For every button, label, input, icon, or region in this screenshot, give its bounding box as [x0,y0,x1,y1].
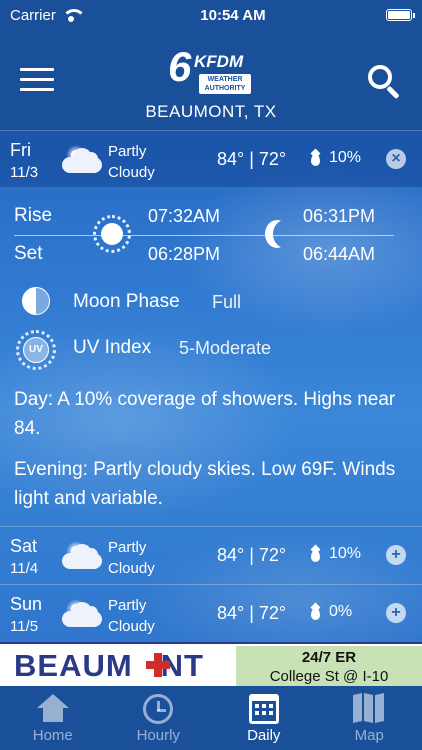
forecast-day: Sun [10,594,43,614]
map-icon [353,693,385,723]
logo-number: 6 [168,43,192,90]
condition-line-1: Partly [108,539,147,556]
ad-line-1: 24/7 ER [301,649,357,666]
forecast-date: 11/3 [10,164,39,181]
tab-label: Daily [247,727,281,744]
sun-icon [93,215,131,253]
forecast-condition: Partly Cloudy [108,537,188,579]
clock-icon [143,694,174,724]
tab-label: Map [354,727,384,744]
condition-line-1: Partly [108,143,147,160]
sunset-time: 06:28PM [148,244,221,264]
tab-label: Home [32,727,73,744]
medical-cross-icon [146,653,170,677]
precip-chance: 0% [329,603,353,620]
moon-phase-label: Moon Phase [73,291,180,312]
calendar-icon [248,694,279,724]
condition-line-2: Cloudy [108,164,155,181]
forecast-row-fri[interactable]: Fri 11/3 Partly Cloudy 84° | 72° 10% × [0,130,422,187]
ad-banner[interactable]: BEAUM NT 24/7 ER College St @ I-10 [0,642,422,686]
forecast-temps: 84° | 72° [217,603,287,623]
logo-tagline-2: AUTHORITY [204,85,246,92]
forecast-row-sat[interactable]: Sat 11/4 Partly Cloudy 84° | 72° 10% + [0,526,422,583]
set-label: Set [14,243,43,264]
carrier-label: Carrier [10,6,56,24]
moonset-time: 06:44AM [303,244,376,264]
expand-button[interactable]: + [386,603,406,623]
raindrop-icon [311,550,320,562]
carrier-group: Carrier [10,6,86,24]
search-icon-handle [386,85,400,100]
hamburger-icon-bar [20,78,54,81]
battery-group [386,9,415,21]
tab-label: Hourly [136,727,180,744]
menu-button[interactable] [20,68,54,94]
hamburger-icon-bar [20,88,54,91]
search-button[interactable] [368,65,402,100]
tab-bar: Home Hourly Daily Map [0,686,422,750]
day-detail-panel: Rise Set 07:32AM 06:28PM 06:31PM 06:44AM… [0,190,422,522]
forecast-day: Fri [10,140,31,160]
condition-line-2: Cloudy [108,560,155,577]
forecast-temps: 84° | 72° [217,545,287,565]
condition-line-1: Partly [108,597,147,614]
tab-home[interactable]: Home [0,686,106,750]
moon-phase-value: Full [212,292,242,312]
clock-time: 10:54 AM [200,6,266,24]
precip-chance: 10% [329,545,362,562]
partly-cloudy-icon [60,539,104,573]
partly-cloudy-icon [60,143,104,177]
wifi-icon [61,9,86,22]
tab-hourly[interactable]: Hourly [106,686,212,750]
tab-daily[interactable]: Daily [211,686,317,750]
battery-icon [386,9,415,21]
uv-index-icon: UV [16,330,56,370]
ad-brand: BEAUM NT [14,648,204,684]
day-forecast-text: Day: A 10% coverage of showers. Highs ne… [14,389,396,439]
partly-cloudy-icon [60,597,104,631]
status-bar: Carrier 10:54 AM [0,0,422,30]
uv-badge: UV [23,337,49,363]
rise-set-divider [14,235,394,236]
raindrop-icon [311,154,320,166]
forecast-date: 11/4 [10,560,39,577]
collapse-button[interactable]: × [386,149,406,169]
forecast-temps: 84° | 72° [217,149,287,169]
moon-phase-icon [22,287,50,315]
hamburger-icon-bar [20,68,54,71]
logo-callsign: KFDM [194,52,244,71]
location-label[interactable]: BEAUMONT, TX [0,102,422,122]
sunrise-time: 07:32AM [148,206,221,226]
uv-index-value: 5-Moderate [179,338,272,358]
logo-badge: WEATHER AUTHORITY [199,74,251,94]
forecast-row-sun[interactable]: Sun 11/5 Partly Cloudy 84° | 72° 0% + [0,584,422,641]
precip-chance: 10% [329,149,362,166]
expand-button[interactable]: + [386,545,406,565]
ad-brand-part-1: BEAUM [14,648,133,683]
ad-tagline-box: 24/7 ER College St @ I-10 [236,646,422,686]
condition-line-2: Cloudy [108,618,155,635]
logo-tagline-1: WEATHER [207,76,243,83]
home-icon [36,694,69,724]
forecast-date: 11/5 [10,618,39,635]
raindrop-icon [311,608,320,620]
station-logo: 6 KFDM WEATHER AUTHORITY [168,43,258,96]
crescent-moon-icon [265,220,289,248]
evening-forecast-text: Evening: Partly cloudy skies. Low 69F. W… [14,459,396,509]
tab-map[interactable]: Map [317,686,422,750]
forecast-condition: Partly Cloudy [108,595,188,637]
moonrise-time: 06:31PM [303,206,376,226]
ad-line-2: College St @ I-10 [269,668,389,685]
uv-index-label: UV Index [73,337,152,358]
forecast-condition: Partly Cloudy [108,141,188,183]
app-header: 6 KFDM WEATHER AUTHORITY BEAUMONT, TX [0,30,422,130]
forecast-day: Sat [10,536,38,556]
rise-label: Rise [14,205,53,226]
